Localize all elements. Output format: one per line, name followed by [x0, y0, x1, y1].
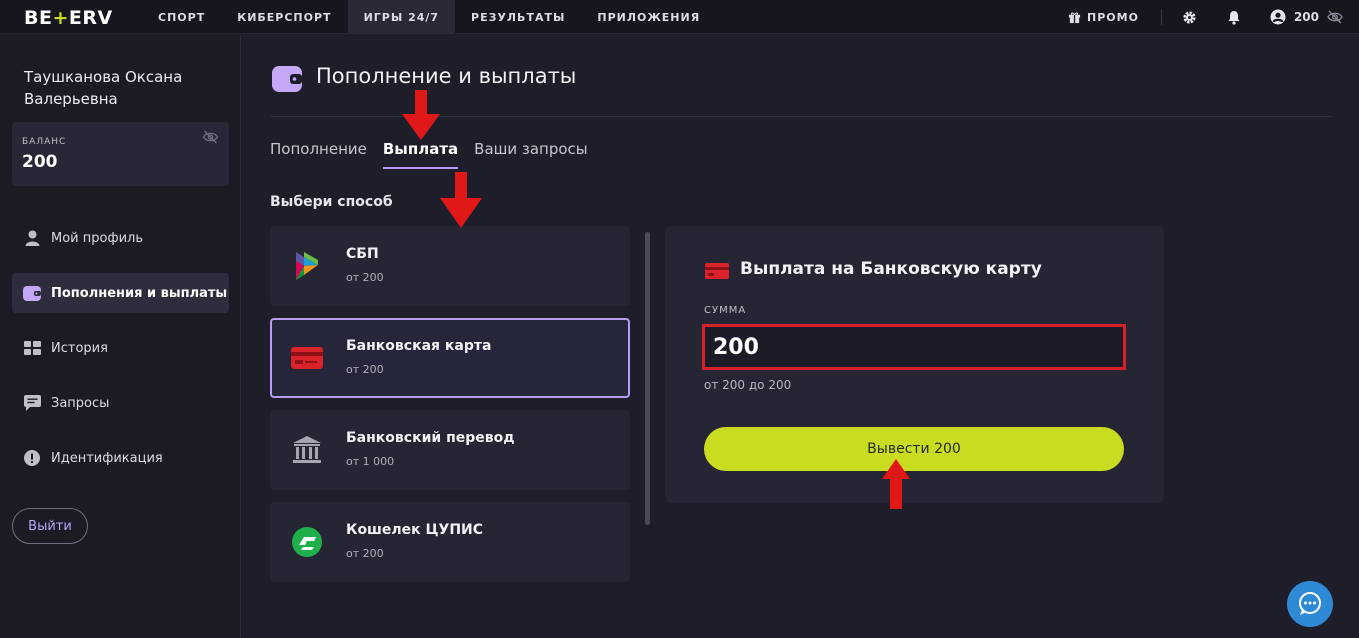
divider	[1160, 9, 1162, 25]
promo-button[interactable]: ПРОМО	[1068, 11, 1139, 24]
method-cupis[interactable]: Кошелек ЦУПИС от 200	[270, 502, 630, 582]
annotation-arrow-up	[882, 459, 910, 509]
sidebar-item-label: Пополнения и выплаты	[51, 285, 228, 301]
bank-card-icon	[290, 342, 324, 374]
logo-text-right: ERV	[68, 7, 113, 29]
tabs: Пополнение Выплата Ваши запросы	[270, 140, 588, 169]
gift-icon	[1068, 11, 1081, 23]
choose-method-label: Выбери способ	[270, 194, 393, 210]
method-title: Банковская карта	[346, 338, 492, 354]
logo-text-left: BE	[24, 7, 53, 29]
tab-requests[interactable]: Ваши запросы	[474, 140, 588, 169]
payout-methods: СБП от 200 Банковская карта от 200 Банко…	[270, 226, 630, 594]
method-bank-transfer[interactable]: Банковский перевод от 1 000	[270, 410, 630, 490]
sidebar: Таушканова Оксана Валерьевна БАЛАНС 200 …	[0, 35, 241, 638]
sum-input[interactable]	[702, 324, 1126, 370]
bank-card-icon	[705, 263, 729, 279]
cupis-wallet-icon	[290, 526, 324, 558]
method-min: от 200	[346, 363, 384, 376]
method-min: от 200	[346, 271, 384, 284]
method-min: от 1 000	[346, 455, 395, 468]
side-menu: Мой профиль Пополнения и выплаты История…	[12, 218, 229, 493]
notifications-button[interactable]	[1226, 9, 1242, 25]
sbp-icon	[290, 250, 324, 282]
promo-label: ПРОМО	[1087, 10, 1139, 24]
user-icon	[23, 229, 41, 247]
chat-icon	[23, 394, 41, 412]
page-title: Пополнение и выплаты	[316, 64, 577, 88]
method-title: Кошелек ЦУПИС	[346, 522, 484, 538]
wallet-icon	[272, 66, 302, 92]
gear-icon	[1183, 10, 1197, 24]
panel-title: Выплата на Банковскую карту	[740, 259, 1042, 279]
settings-button[interactable]	[1182, 9, 1198, 25]
method-min: от 200	[346, 547, 384, 560]
sum-range: от 200 до 200	[704, 378, 792, 392]
eye-off-icon[interactable]	[202, 130, 219, 144]
nav-results[interactable]: РЕЗУЛЬТАТЫ	[455, 0, 581, 34]
logo[interactable]: BE+ERV	[24, 7, 113, 29]
sidebar-item-requests[interactable]: Запросы	[12, 383, 229, 423]
nav-sport[interactable]: СПОРТ	[142, 0, 221, 34]
nav-esport[interactable]: КИБЕРСПОРТ	[221, 0, 347, 34]
support-chat-button[interactable]	[1287, 581, 1333, 627]
top-right-controls: ПРОМО 200	[1068, 0, 1359, 34]
sidebar-item-profile[interactable]: Мой профиль	[12, 218, 229, 258]
sum-label: СУММА	[704, 305, 747, 316]
method-bank-card[interactable]: Банковская карта от 200	[270, 318, 630, 398]
nav-games[interactable]: ИГРЫ 24/7	[347, 0, 456, 34]
tab-deposit[interactable]: Пополнение	[270, 140, 367, 169]
annotation-arrow-down	[402, 90, 440, 140]
history-icon	[23, 339, 41, 357]
main-nav: СПОРТ КИБЕРСПОРТ ИГРЫ 24/7 РЕЗУЛЬТАТЫ ПР…	[142, 0, 716, 34]
wallet-icon	[23, 284, 41, 302]
eye-off-icon[interactable]	[1327, 10, 1343, 24]
sidebar-item-identification[interactable]: Идентификация	[12, 438, 229, 478]
methods-scrollbar[interactable]	[645, 232, 650, 525]
tab-withdraw[interactable]: Выплата	[382, 140, 459, 169]
user-circle-icon	[1270, 9, 1286, 25]
logout-button[interactable]: Выйти	[12, 508, 88, 544]
bell-icon	[1228, 10, 1240, 25]
annotation-arrow-down	[440, 172, 482, 228]
alert-icon	[23, 449, 41, 467]
bank-building-icon	[290, 434, 324, 466]
withdraw-button[interactable]: Вывести 200	[704, 427, 1124, 471]
method-sbp[interactable]: СБП от 200	[270, 226, 630, 306]
withdraw-panel: Выплата на Банковскую карту СУММА от 200…	[665, 226, 1164, 503]
balance-value: 200	[22, 152, 58, 172]
account-balance[interactable]: 200	[1270, 9, 1343, 25]
chat-bubble-icon	[1299, 592, 1321, 615]
top-bar: BE+ERV СПОРТ КИБЕРСПОРТ ИГРЫ 24/7 РЕЗУЛЬ…	[0, 0, 1359, 34]
method-title: СБП	[346, 246, 379, 262]
nav-apps[interactable]: ПРИЛОЖЕНИЯ	[581, 0, 716, 34]
top-balance-value: 200	[1293, 10, 1319, 24]
logo-plus: +	[52, 7, 69, 29]
sidebar-item-label: История	[51, 340, 108, 356]
method-title: Банковский перевод	[346, 430, 515, 446]
sidebar-item-label: Мой профиль	[51, 230, 143, 246]
balance-label: БАЛАНС	[22, 137, 67, 147]
sidebar-item-payments[interactable]: Пополнения и выплаты	[12, 273, 229, 313]
sidebar-item-history[interactable]: История	[12, 328, 229, 368]
sidebar-item-label: Идентификация	[51, 450, 163, 466]
balance-card: БАЛАНС 200	[12, 122, 229, 186]
sidebar-item-label: Запросы	[51, 395, 110, 411]
user-name: Таушканова Оксана Валерьевна	[24, 68, 183, 108]
